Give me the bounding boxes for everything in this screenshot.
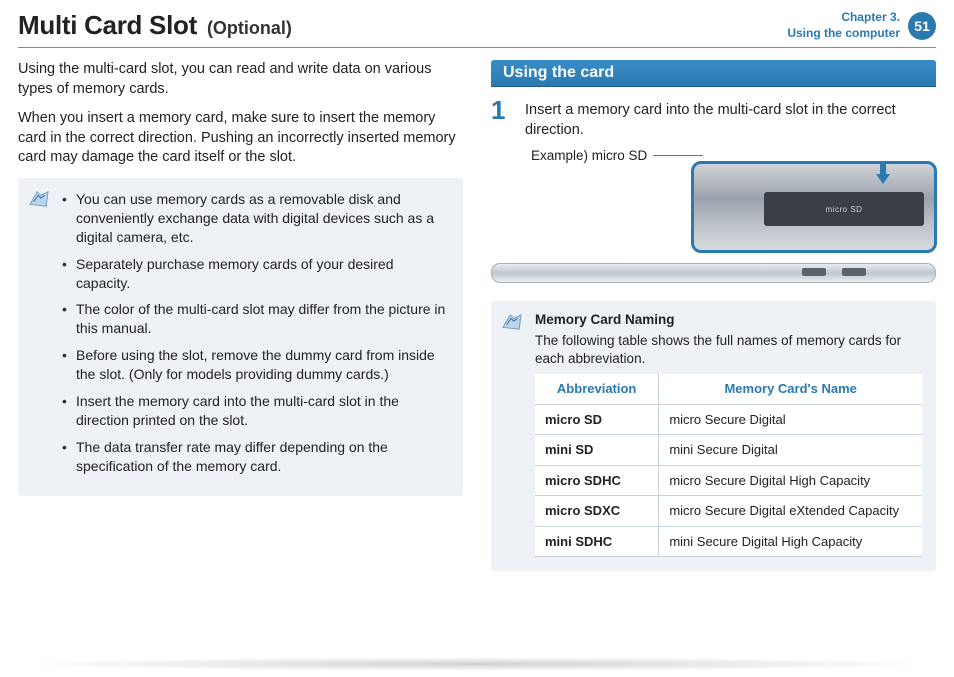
note-item: The data transfer rate may differ depend… — [62, 438, 447, 476]
chapter-text: Chapter 3. Using the computer — [787, 10, 900, 41]
page-title: Multi Card Slot — [18, 10, 197, 41]
table-row: micro SDXC micro Secure Digital eXtended… — [535, 496, 922, 527]
cell-abbr: micro SD — [535, 404, 659, 435]
note-box: You can use memory cards as a removable … — [18, 178, 463, 496]
cell-abbr: mini SDHC — [535, 526, 659, 557]
cell-name: mini Secure Digital — [659, 435, 922, 466]
intro-paragraph-1: Using the multi-card slot, you can read … — [18, 60, 463, 99]
note-icon — [501, 313, 523, 331]
table-row: mini SD mini Secure Digital — [535, 435, 922, 466]
note-item: Separately purchase memory cards of your… — [62, 255, 447, 293]
naming-intro: The following table shows the full names… — [535, 332, 922, 368]
note-item: Insert the memory card into the multi-ca… — [62, 392, 447, 430]
right-column: Using the card 1 Insert a memory card in… — [491, 60, 936, 571]
chapter-line2: Using the computer — [787, 26, 900, 42]
manual-page: Multi Card Slot (Optional) Chapter 3. Us… — [0, 0, 954, 677]
page-bottom-shadow — [10, 657, 944, 671]
side-notch — [842, 268, 866, 276]
leader-line — [653, 155, 703, 156]
cell-abbr: micro SDHC — [535, 465, 659, 496]
note-icon — [28, 190, 50, 208]
left-column: Using the multi-card slot, you can read … — [18, 60, 463, 571]
step-1: 1 Insert a memory card into the multi-ca… — [491, 97, 936, 140]
sd-slot-label: micro SD — [826, 205, 863, 214]
sd-slot: micro SD — [764, 192, 924, 226]
chapter-block: Chapter 3. Using the computer 51 — [787, 10, 936, 41]
note-item: You can use memory cards as a removable … — [62, 190, 447, 247]
section-header: Using the card — [491, 60, 936, 87]
cell-name: mini Secure Digital High Capacity — [659, 526, 922, 557]
table-head-name: Memory Card's Name — [659, 374, 922, 404]
table-head-abbr: Abbreviation — [535, 374, 659, 404]
table-row: mini SDHC mini Secure Digital High Capac… — [535, 526, 922, 557]
step-text: Insert a memory card into the multi-card… — [525, 97, 936, 140]
table-head-row: Abbreviation Memory Card's Name — [535, 374, 922, 404]
content-columns: Using the multi-card slot, you can read … — [18, 60, 936, 571]
table-row: micro SD micro Secure Digital — [535, 404, 922, 435]
page-subtitle: (Optional) — [207, 18, 292, 39]
cell-name: micro Secure Digital — [659, 404, 922, 435]
side-notch — [802, 268, 826, 276]
diagram: Example) micro SD micro SD — [491, 148, 936, 283]
cell-name: micro Secure Digital eXtended Capacity — [659, 496, 922, 527]
intro-paragraph-2: When you insert a memory card, make sure… — [18, 109, 463, 168]
naming-table: Abbreviation Memory Card's Name micro SD… — [535, 374, 922, 557]
page-number-badge: 51 — [908, 12, 936, 40]
chapter-line1: Chapter 3. — [787, 10, 900, 26]
note-item: Before using the slot, remove the dummy … — [62, 346, 447, 384]
step-number: 1 — [491, 97, 513, 123]
diagram-label: Example) micro SD — [531, 148, 647, 163]
naming-title: Memory Card Naming — [535, 311, 922, 329]
naming-note: Memory Card Naming The following table s… — [491, 301, 936, 571]
note-list: You can use memory cards as a removable … — [62, 190, 447, 476]
note-item: The color of the multi-card slot may dif… — [62, 300, 447, 338]
title-block: Multi Card Slot (Optional) — [18, 10, 292, 41]
cell-name: micro Secure Digital High Capacity — [659, 465, 922, 496]
device-side-view — [491, 263, 936, 283]
device-top-view: micro SD — [691, 161, 937, 253]
cell-abbr: mini SD — [535, 435, 659, 466]
cell-abbr: micro SDXC — [535, 496, 659, 527]
page-header: Multi Card Slot (Optional) Chapter 3. Us… — [18, 10, 936, 48]
insert-arrow-icon — [876, 162, 890, 186]
table-row: micro SDHC micro Secure Digital High Cap… — [535, 465, 922, 496]
